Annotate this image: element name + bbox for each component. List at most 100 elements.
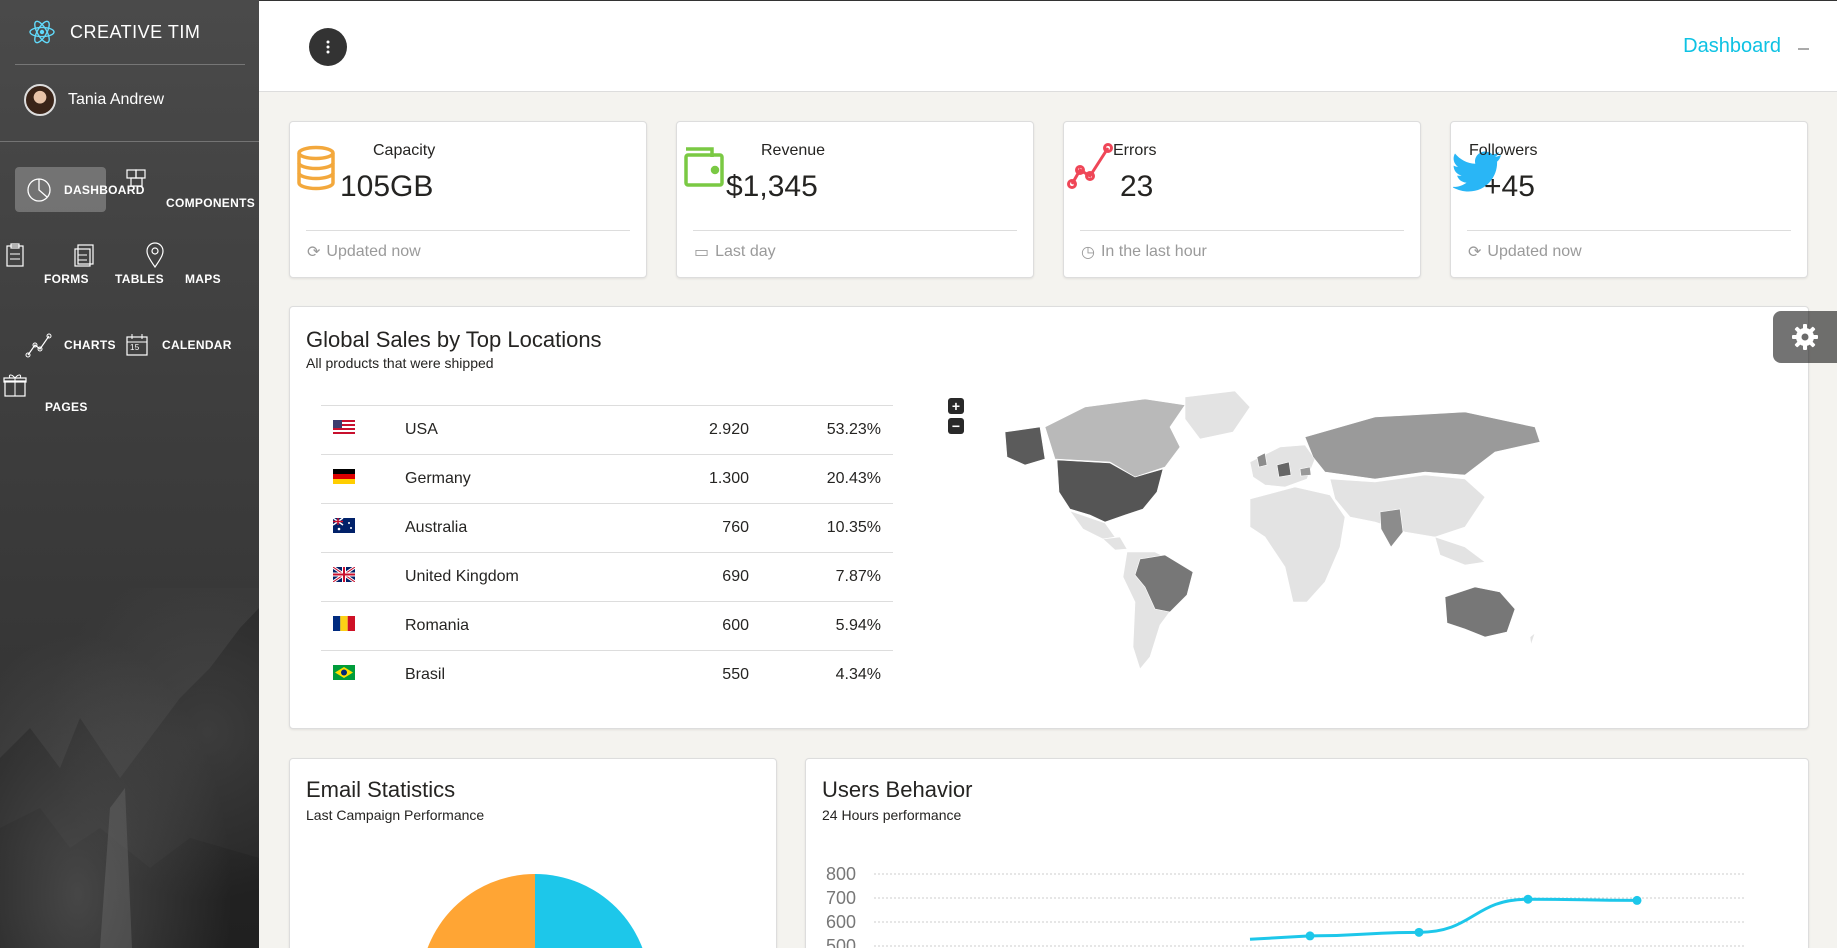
sales-value: 760 bbox=[653, 503, 761, 553]
sidebar-item-label: CHARTS bbox=[64, 338, 116, 352]
card-divider bbox=[1467, 230, 1791, 231]
user-name: Tania Andrew bbox=[68, 91, 165, 108]
card-subtitle: Last Campaign Performance bbox=[306, 807, 485, 823]
country-name: USA bbox=[393, 405, 653, 455]
pie-slice bbox=[535, 874, 643, 948]
data-point[interactable] bbox=[1632, 895, 1642, 905]
table-row: Romania 600 5.94% bbox=[321, 601, 893, 651]
notes-icon bbox=[70, 240, 100, 270]
map-region-germany bbox=[1276, 461, 1292, 478]
sidebar-item-charts[interactable]: CHARTS bbox=[24, 330, 116, 360]
calendar-icon: 15 bbox=[122, 330, 152, 360]
settings-button[interactable] bbox=[1773, 311, 1837, 363]
card-divider bbox=[1080, 230, 1404, 231]
sales-percent: 4.34% bbox=[761, 650, 893, 700]
stat-footer: ⟳ Updated now bbox=[1468, 242, 1582, 262]
card-subtitle: All products that were shipped bbox=[306, 355, 494, 371]
users-behavior-line-chart: 800 700 600 500 bbox=[826, 864, 1746, 948]
stat-footer-text: In the last hour bbox=[1100, 243, 1207, 260]
calendar-day: 15 bbox=[130, 343, 140, 352]
sidebar-divider bbox=[0, 141, 259, 142]
map-region-australia bbox=[1444, 586, 1516, 638]
brand-logo[interactable]: CREATIVE TIM bbox=[28, 18, 200, 46]
card-title: Email Statistics bbox=[306, 777, 456, 802]
au-flag-icon bbox=[321, 503, 393, 553]
calendar-icon: ▭ bbox=[694, 244, 710, 261]
card-title: Users Behavior bbox=[822, 777, 973, 802]
table-row: USA 2.920 53.23% bbox=[321, 405, 893, 455]
users-behavior-card: Users Behavior 24 Hours performance 800 7… bbox=[805, 758, 1809, 948]
refresh-icon: ⟳ bbox=[307, 244, 321, 261]
data-point[interactable] bbox=[1523, 894, 1533, 904]
clock-icon: ◷ bbox=[1081, 244, 1095, 261]
stat-footer-text: Updated now bbox=[1487, 243, 1582, 260]
brand-name: CREATIVE TIM bbox=[70, 21, 201, 42]
ro-flag-icon bbox=[321, 601, 393, 651]
stat-label: Errors bbox=[1113, 142, 1157, 159]
stat-footer-text: Last day bbox=[715, 243, 776, 260]
map-zoom-in-button[interactable]: + bbox=[948, 398, 964, 414]
y-tick-label: 500 bbox=[826, 936, 856, 948]
country-name: Germany bbox=[393, 454, 653, 504]
cubes-icon bbox=[122, 164, 152, 194]
sidebar-item-tables[interactable]: TABLES bbox=[70, 240, 164, 290]
sidebar-item-components[interactable]: COMPONENTS bbox=[120, 164, 255, 210]
sidebar-mist bbox=[0, 588, 259, 948]
stat-card-revenue: Revenue $1,345 ▭ Last day bbox=[676, 121, 1034, 278]
map-region-asia bbox=[1329, 474, 1486, 538]
sidebar: CREATIVE TIM Tania Andrew DASHBOARD COMP… bbox=[0, 0, 259, 948]
country-name: United Kingdom bbox=[393, 552, 653, 602]
sidebar-toggle-button[interactable] bbox=[309, 28, 347, 66]
table-row: United Kingdom 690 7.87% bbox=[321, 552, 893, 602]
stat-footer: ⟳ Updated now bbox=[307, 242, 421, 262]
y-tick-label: 700 bbox=[826, 888, 856, 908]
card-divider bbox=[693, 230, 1017, 231]
sales-value: 2.920 bbox=[653, 405, 761, 455]
map-region-new-zealand bbox=[1529, 632, 1536, 646]
gb-flag-icon bbox=[321, 552, 393, 602]
y-tick-label: 800 bbox=[826, 864, 856, 884]
map-zoom-out-button[interactable]: − bbox=[948, 418, 964, 434]
locations-table: USA 2.920 53.23% Germany 1.300 20.43% Australi… bbox=[321, 405, 893, 700]
us-flag-icon bbox=[321, 405, 393, 455]
card-divider bbox=[306, 230, 630, 231]
email-statistics-card: Email Statistics Last Campaign Performan… bbox=[289, 758, 777, 948]
world-map[interactable] bbox=[995, 387, 1575, 687]
stat-label: Capacity bbox=[373, 142, 436, 159]
page-title[interactable]: Dashboard bbox=[1683, 35, 1781, 58]
map-region-central-america bbox=[1102, 536, 1128, 551]
map-region-southeast-asia bbox=[1434, 536, 1486, 566]
card-subtitle: 24 Hours performance bbox=[822, 807, 962, 823]
stat-value: +45 bbox=[1484, 170, 1535, 203]
data-point[interactable] bbox=[1305, 931, 1315, 941]
stat-value: 105GB bbox=[340, 170, 434, 203]
wallet-icon bbox=[684, 147, 724, 187]
sales-percent: 53.23% bbox=[761, 405, 893, 455]
stat-card-capacity: Capacity 105GB ⟳ Updated now bbox=[289, 121, 647, 278]
sidebar-item-forms[interactable]: FORMS bbox=[0, 240, 89, 290]
map-region-alaska bbox=[1004, 426, 1046, 466]
stat-card-errors: Errors 23 ◷ In the last hour bbox=[1063, 121, 1421, 278]
map-region-russia bbox=[1304, 411, 1541, 480]
sidebar-item-pages[interactable]: PAGES bbox=[0, 370, 100, 420]
map-pin-icon bbox=[140, 240, 170, 270]
refresh-icon: ⟳ bbox=[1468, 244, 1482, 261]
stat-label: Followers bbox=[1469, 142, 1538, 159]
country-name: Brasil bbox=[393, 650, 653, 700]
map-region-india bbox=[1379, 508, 1404, 548]
sidebar-item-label: PAGES bbox=[45, 400, 88, 414]
sidebar-item-label: CALENDAR bbox=[162, 338, 232, 352]
de-flag-icon bbox=[321, 454, 393, 504]
line-chart-icon bbox=[24, 330, 54, 360]
sidebar-item-maps[interactable]: MAPS bbox=[140, 240, 221, 290]
br-flag-icon bbox=[321, 650, 393, 700]
data-point[interactable] bbox=[1414, 927, 1424, 937]
sales-percent: 10.35% bbox=[761, 503, 893, 553]
user-profile[interactable]: Tania Andrew bbox=[24, 84, 164, 116]
clipboard-icon bbox=[0, 240, 30, 270]
navbar-collapse-icon[interactable] bbox=[1798, 48, 1809, 50]
sidebar-item-calendar[interactable]: 15 CALENDAR bbox=[122, 330, 232, 360]
stat-label: Revenue bbox=[761, 142, 826, 159]
stat-value: 23 bbox=[1120, 170, 1154, 203]
database-icon bbox=[297, 145, 335, 191]
